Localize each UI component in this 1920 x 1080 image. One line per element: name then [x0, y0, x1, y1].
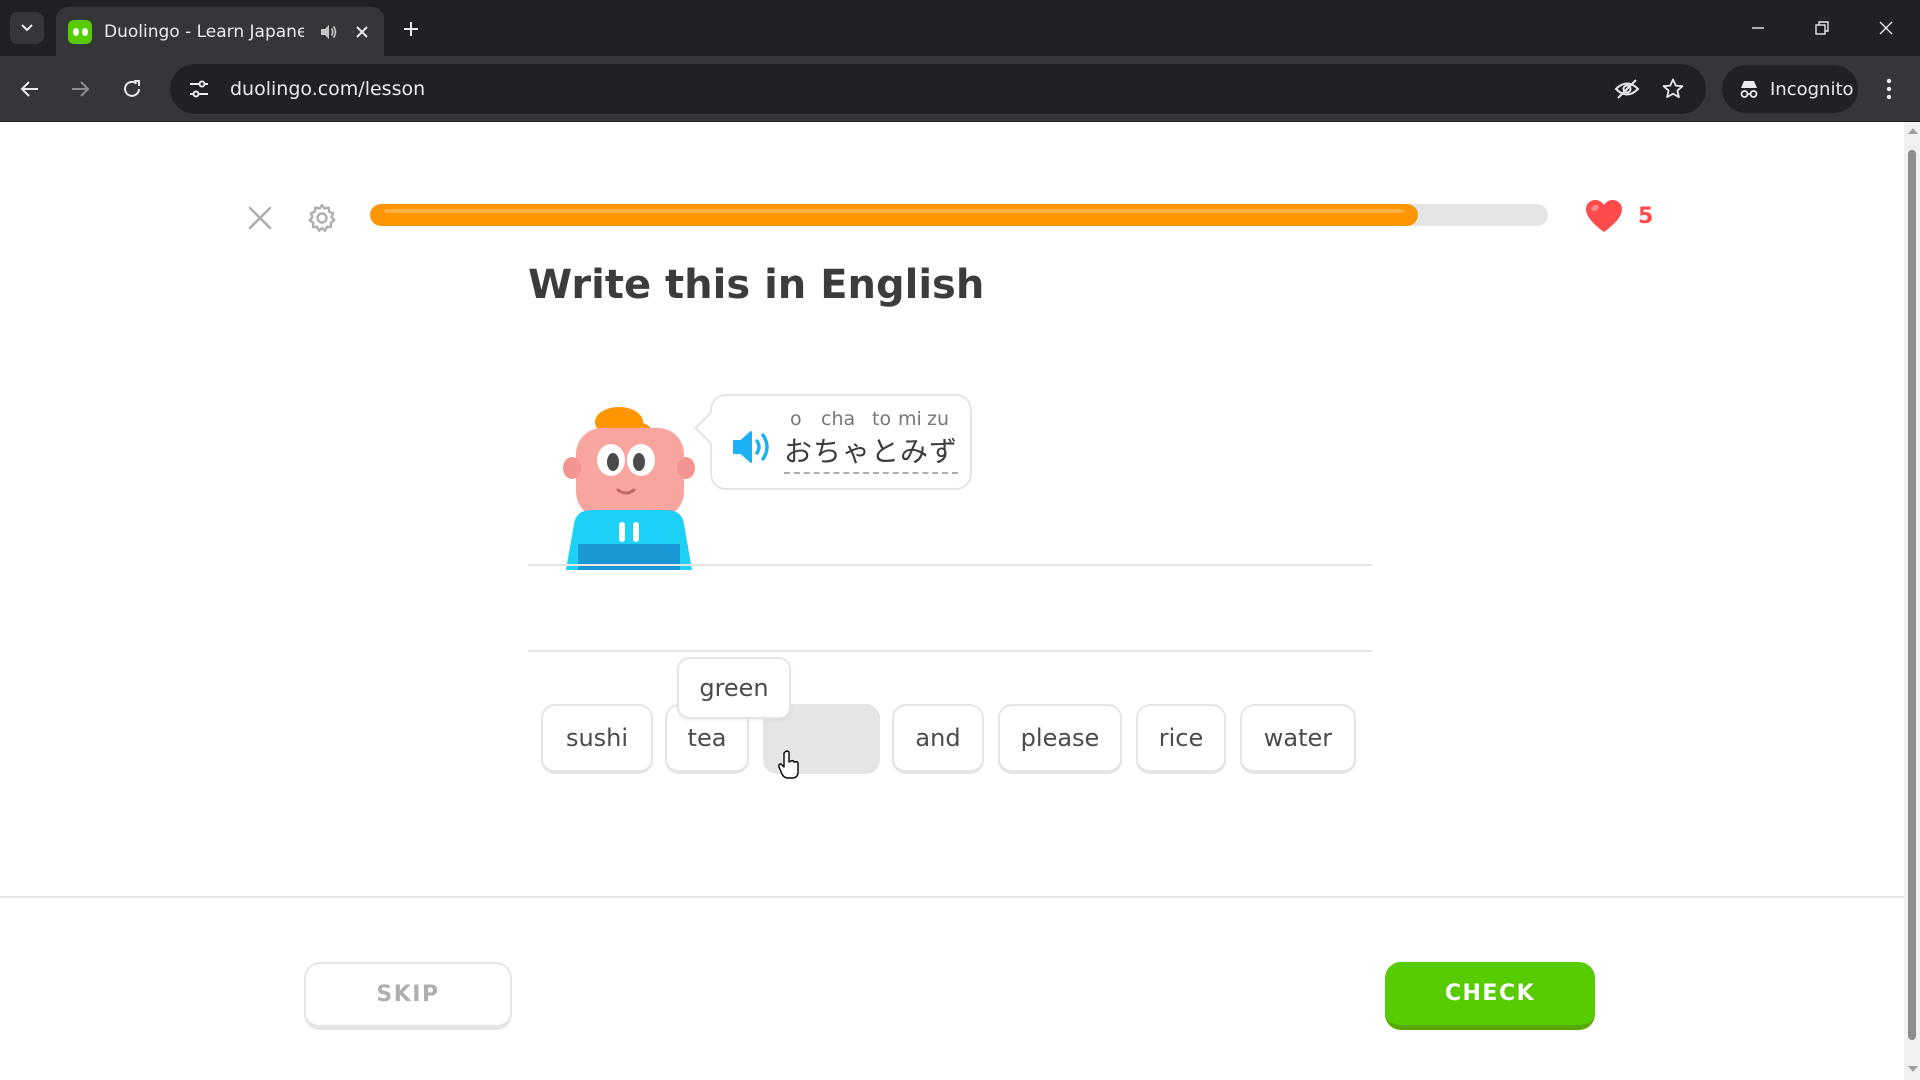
tune-icon	[190, 80, 208, 98]
tab-search-button[interactable]	[10, 12, 44, 44]
tracking-protection-button[interactable]	[1612, 74, 1642, 104]
romaji-syllable: zu	[927, 408, 950, 430]
answer-line	[528, 564, 1372, 566]
browser-tab-bar: Duolingo - Learn Japanese	[0, 0, 1920, 56]
quit-lesson-button[interactable]	[240, 198, 280, 238]
address-bar[interactable]: duolingo.com/lesson	[170, 64, 1706, 114]
reload-icon	[124, 80, 140, 97]
arrow-right-icon	[72, 81, 90, 97]
restore-button[interactable]	[1798, 10, 1846, 46]
star-icon	[1662, 78, 1684, 98]
check-button[interactable]: CHECK	[1385, 962, 1595, 1030]
word-bank-tile[interactable]: rice	[1136, 704, 1226, 774]
chevron-down-icon	[21, 24, 33, 32]
more-vertical-icon	[1886, 78, 1892, 100]
close-icon	[248, 206, 272, 230]
hearts-indicator[interactable]: 5	[1584, 198, 1653, 234]
restore-icon	[1815, 21, 1829, 35]
heart-icon	[1586, 200, 1622, 232]
gear-icon	[308, 203, 336, 232]
new-tab-button[interactable]	[396, 14, 426, 44]
skip-button[interactable]: SKIP	[304, 962, 512, 1030]
lesson-settings-button[interactable]	[300, 196, 344, 240]
word-bank-tile[interactable]: and	[892, 704, 984, 774]
word-tooltip: green	[677, 657, 791, 719]
site-info-button[interactable]	[182, 72, 216, 106]
back-button[interactable]	[10, 69, 50, 109]
bookmark-button[interactable]	[1658, 74, 1688, 104]
minimize-icon	[1752, 27, 1764, 29]
close-icon	[1879, 21, 1893, 35]
browser-toolbar: duolingo.com/lesson Incognito	[0, 56, 1920, 122]
lesson-progress-bar	[370, 204, 1548, 226]
duolingo-favicon-icon	[68, 19, 92, 44]
forward-button[interactable]	[60, 69, 100, 109]
character-illustration	[563, 407, 695, 570]
page-scrollbar[interactable]	[1904, 122, 1920, 1080]
lesson-progress-fill	[370, 204, 1419, 226]
plus-icon	[404, 22, 418, 36]
romaji-syllable: mi	[898, 408, 922, 430]
incognito-label: Incognito	[1770, 78, 1854, 100]
word-bank-tile[interactable]: please	[998, 704, 1122, 774]
hearts-count: 5	[1638, 203, 1654, 229]
word-bank-tile[interactable]: sushi	[541, 704, 653, 774]
eye-off-icon	[1614, 79, 1640, 99]
speech-bubble: o cha to mi zu おちゃとみず	[710, 394, 972, 490]
japanese-sentence[interactable]: おちゃとみず	[784, 430, 959, 474]
footer-divider	[0, 896, 1904, 898]
scroll-up-arrow-icon[interactable]	[1908, 128, 1918, 134]
hand-cursor-icon	[778, 750, 799, 779]
incognito-indicator[interactable]: Incognito	[1722, 65, 1858, 113]
browser-menu-button[interactable]	[1872, 72, 1906, 106]
word-bank-tile[interactable]: water	[1240, 704, 1356, 774]
page-title: Write this in English	[528, 262, 985, 308]
scroll-down-arrow-icon[interactable]	[1908, 1066, 1918, 1072]
minimize-button[interactable]	[1734, 10, 1782, 46]
lesson-page: 5 Write this in English o cha to mi zu お…	[0, 122, 1904, 1080]
arrow-left-icon	[20, 81, 38, 97]
speaker-icon[interactable]	[730, 428, 774, 466]
url-text: duolingo.com/lesson	[230, 78, 426, 100]
reload-button[interactable]	[112, 69, 152, 109]
romaji-reading: o cha to mi zu	[784, 408, 964, 430]
answer-line	[528, 650, 1372, 652]
tab-close-icon[interactable]	[352, 22, 372, 42]
romaji-syllable: o	[790, 408, 802, 430]
browser-tab-active[interactable]: Duolingo - Learn Japanese	[56, 7, 384, 56]
window-close-button[interactable]	[1862, 10, 1910, 46]
scrollbar-thumb[interactable]	[1908, 150, 1916, 1040]
tab-title: Duolingo - Learn Japanese	[104, 21, 304, 42]
incognito-icon	[1740, 81, 1758, 98]
romaji-syllable: to	[872, 408, 892, 430]
speaker-icon[interactable]	[318, 22, 338, 42]
romaji-syllable: cha	[821, 408, 856, 430]
